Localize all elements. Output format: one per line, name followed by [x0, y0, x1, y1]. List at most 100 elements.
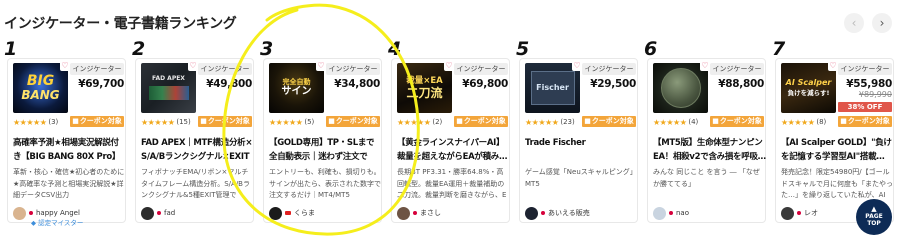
favorite-heart-icon[interactable]: ♡ — [572, 61, 582, 71]
category-badge: インジケーター — [838, 63, 892, 75]
seller[interactable]: あいえる販売 — [525, 204, 590, 222]
seller[interactable]: くらま — [269, 204, 315, 222]
rating: ★★★★★ (23) — [525, 117, 575, 127]
star-rating-icon: ★★★★★ — [269, 117, 303, 127]
category-badge: インジケーター — [454, 63, 508, 75]
next-arrow-icon[interactable]: › — [872, 13, 892, 33]
prev-arrow-icon[interactable]: ‹ — [844, 13, 864, 33]
thumbnail-subtitle: 負けを減らす! — [787, 89, 830, 98]
japan-flag-icon — [29, 211, 33, 215]
japan-flag-icon — [157, 211, 161, 215]
product-panel[interactable]: 完全自動 サイン ♡ インジケーター ¥34,800 ★★★★★ (5) ■クー… — [263, 58, 382, 223]
star-rating-icon: ★★★★★ — [397, 117, 431, 127]
coupon-label: クーポン対象 — [463, 117, 506, 125]
rank-number: 1 — [4, 38, 18, 60]
rating: ★★★★★ (5) — [269, 117, 314, 127]
coupon-label: クーポン対象 — [591, 117, 634, 125]
thumbnail-title: BIG — [26, 73, 55, 90]
ranking-card[interactable]: 1 BIG BANG ♡ インジケーター ¥69,700 ★★★★★ (3) ■… — [4, 38, 126, 227]
page-top-label-2: TOP — [867, 220, 881, 227]
product-name[interactable]: 【AI Scalper GOLD】"負けを記憶する学習型AI"搭載… — [781, 136, 894, 164]
favorite-heart-icon[interactable]: ♡ — [828, 61, 838, 71]
rank-number: 7 — [772, 38, 786, 60]
seller[interactable]: レオ — [781, 204, 818, 222]
coupon-label: クーポン対象 — [79, 117, 122, 125]
ranking-card[interactable]: 2 FAD APEX ♡ インジケーター ¥49,800 ★★★★★ (15) … — [132, 38, 254, 223]
ticket-icon: ■ — [72, 117, 79, 125]
seller-name: あいえる販売 — [548, 209, 590, 217]
product-panel[interactable]: 裁量×EA 二刀流 ♡ インジケーター ¥69,800 ★★★★★ (2) ■ク… — [391, 58, 510, 223]
discount-badge: 38% OFF — [838, 102, 892, 112]
ranking-card[interactable]: 4 裁量×EA 二刀流 ♡ インジケーター ¥69,800 ★★★★★ (2) … — [388, 38, 510, 223]
seller-name: くらま — [294, 209, 315, 217]
rating: ★★★★★ (2) — [397, 117, 442, 127]
seller[interactable]: まさし — [397, 204, 441, 222]
product-name[interactable]: 【GOLD専用】TP・SLまで全自動表示｜迷わず注文でき… — [269, 136, 382, 164]
rating-count: (4) — [688, 118, 699, 126]
japan-flag-icon — [413, 211, 417, 215]
product-name[interactable]: FAD APEX｜MTF構造分析×S/A/Bランクシグナル×EXIT — [141, 136, 254, 164]
product-panel[interactable]: ♡ インジケーター ¥88,800 ★★★★★ (4) ■クーポン対象 【MT5… — [647, 58, 766, 223]
seller-avatar — [653, 206, 666, 220]
coin-emblem-icon — [660, 68, 701, 108]
price: ¥49,800 — [206, 78, 252, 90]
product-name[interactable]: Trade Fischer — [525, 136, 638, 164]
seller-name: happy Angel — [36, 209, 80, 217]
category-badge: インジケーター — [326, 63, 380, 75]
seller[interactable]: happy Angel ◆ 認定マイスター — [13, 204, 83, 227]
rating-count: (8) — [816, 118, 827, 126]
category-badge: インジケーター — [582, 63, 636, 75]
ranking-card[interactable]: 6 ♡ インジケーター ¥88,800 ★★★★★ (4) ■クーポン対象 【M… — [644, 38, 766, 223]
star-rating-icon: ★★★★★ — [13, 117, 47, 127]
coupon-badge: ■クーポン対象 — [454, 116, 508, 127]
seller[interactable]: fad — [141, 204, 175, 222]
thumbnail-title: 裁量×EA — [406, 75, 443, 86]
product-name[interactable]: 高確率予測★相場実況解説付き【BIG BANG 80X Pro】トレ — [13, 136, 126, 164]
rating: ★★★★★ (3) — [13, 117, 58, 127]
japan-flag-icon — [541, 211, 545, 215]
ranking-card[interactable]: 5 Fischer ♡ インジケーター ¥29,500 ★★★★★ (23) ■… — [516, 38, 638, 223]
coupon-badge: ■クーポン対象 — [198, 116, 252, 127]
ticket-icon: ■ — [328, 117, 335, 125]
product-name[interactable]: 【MT5版】生命体型ナンピンEA！相殺v2で含み損を呼吸… — [653, 136, 766, 164]
product-description: 発売記念！限定54980円/【ゴールドスキャルで月に何度も「またやった…」を繰り… — [781, 168, 893, 199]
favorite-heart-icon[interactable]: ♡ — [700, 61, 710, 71]
thumbnail-title: Fischer — [536, 82, 569, 92]
favorite-heart-icon[interactable]: ♡ — [60, 61, 70, 71]
coupon-label: クーポン対象 — [207, 117, 250, 125]
japan-flag-icon — [669, 211, 673, 215]
rank-number: 6 — [644, 38, 658, 60]
favorite-heart-icon[interactable]: ♡ — [316, 61, 326, 71]
rating: ★★★★★ (4) — [653, 117, 698, 127]
favorite-heart-icon[interactable]: ♡ — [188, 61, 198, 71]
seller[interactable]: nao — [653, 204, 689, 222]
thumbnail-title: AI Scalper — [785, 77, 832, 87]
coupon-badge: ■クーポン対象 — [70, 116, 124, 127]
ticket-icon: ■ — [712, 117, 719, 125]
japan-flag-icon — [797, 211, 801, 215]
ranking-carousel: 1 BIG BANG ♡ インジケーター ¥69,700 ★★★★★ (3) ■… — [4, 38, 900, 238]
ranking-card[interactable]: 7 AI Scalper 負けを減らす! ♡ インジケーター ¥55,980 ¥… — [772, 38, 894, 223]
product-panel[interactable]: FAD APEX ♡ インジケーター ¥49,800 ★★★★★ (15) ■ク… — [135, 58, 254, 223]
ranking-card[interactable]: 3 完全自動 サイン ♡ インジケーター ¥34,800 ★★★★★ (5) ■… — [260, 38, 382, 223]
product-panel[interactable]: BIG BANG ♡ インジケーター ¥69,700 ★★★★★ (3) ■クー… — [7, 58, 126, 227]
seller-name: まさし — [420, 209, 441, 217]
rank-number: 4 — [388, 38, 402, 60]
thumbnail-frame: Fischer — [530, 71, 575, 105]
category-badge: インジケーター — [70, 63, 124, 75]
seller-avatar — [525, 206, 538, 220]
coupon-label: クーポン対象 — [719, 117, 762, 125]
ticket-icon: ■ — [200, 117, 207, 125]
product-name[interactable]: 【黄金ラインスナイパーAI】裁量を超えながらEAが積み… — [397, 136, 510, 164]
seller-avatar — [141, 206, 154, 220]
favorite-heart-icon[interactable]: ♡ — [444, 61, 454, 71]
youtube-icon — [285, 211, 291, 215]
product-panel[interactable]: Fischer ♡ インジケーター ¥29,500 ★★★★★ (23) ■クー… — [519, 58, 638, 223]
carousel-nav: ‹ › — [844, 13, 892, 33]
ticket-icon: ■ — [840, 117, 847, 125]
star-rating-icon: ★★★★★ — [653, 117, 687, 127]
page-top-button[interactable]: ▲ PAGE TOP — [856, 199, 892, 235]
thumbnail-subtitle: 二刀流 — [406, 85, 443, 100]
up-arrow-icon: ▲ — [871, 205, 877, 213]
rating-count: (15) — [176, 118, 191, 126]
